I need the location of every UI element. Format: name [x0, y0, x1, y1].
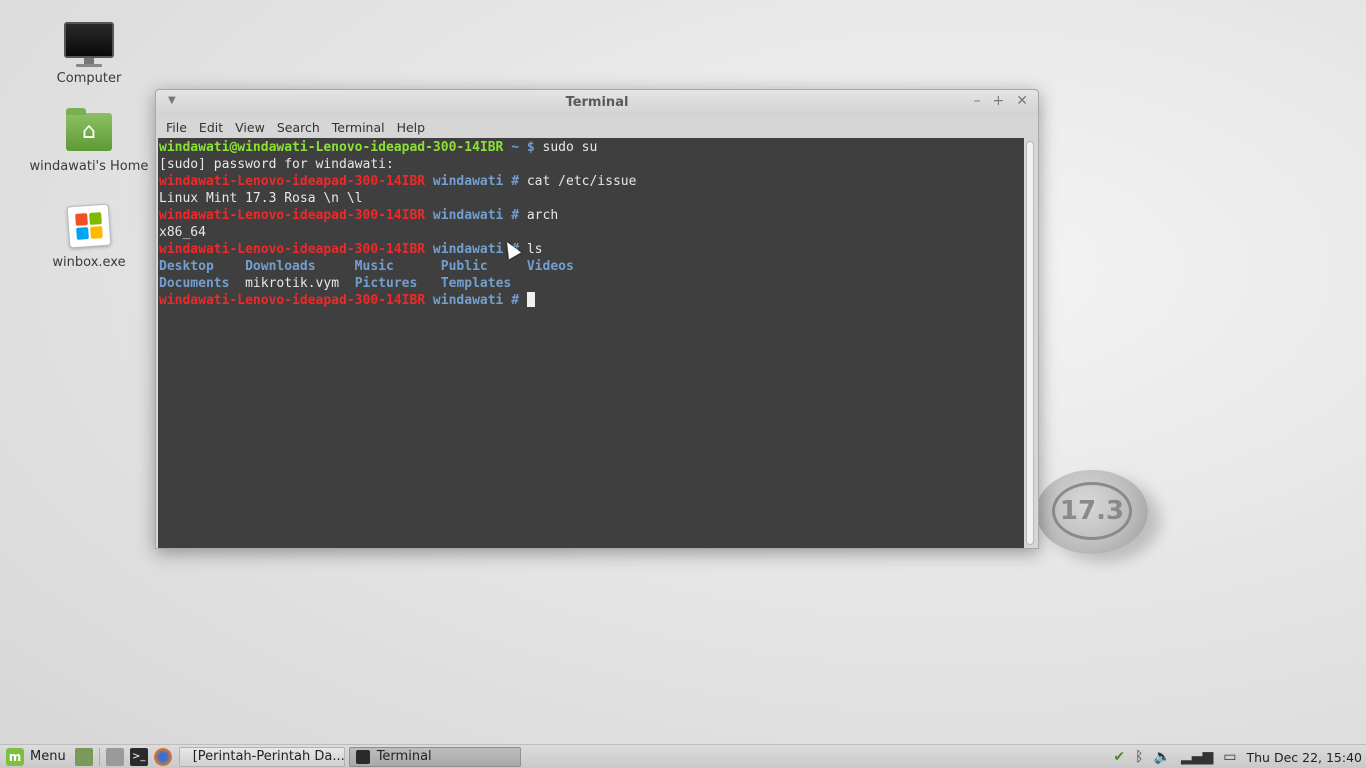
clock[interactable]: Thu Dec 22, 15:40	[1247, 750, 1363, 765]
desktop-icon-home[interactable]: ⌂ windawati's Home	[29, 108, 149, 174]
terminal-text-segment: windawati-Lenovo-ideapad-300-14IBR	[159, 208, 426, 223]
maximize-icon[interactable]: +	[993, 93, 1005, 109]
terminal-text-segment: Desktop Downloads Music Public Videos	[159, 259, 574, 274]
desktop-icon-label: winbox.exe	[52, 255, 126, 270]
menu-view[interactable]: View	[229, 120, 271, 135]
terminal-text-segment: ~ $	[503, 140, 543, 155]
window-titlebar[interactable]: ▼ Terminal – + ✕	[156, 90, 1038, 116]
terminal-scrollbar[interactable]	[1024, 138, 1036, 548]
terminal-text-segment: [sudo] password for windawati:	[159, 157, 394, 172]
show-desktop-icon[interactable]	[74, 747, 93, 766]
terminal-text-segment: windawati #	[425, 174, 527, 189]
terminal-icon	[355, 749, 370, 764]
terminal-window: ▼ Terminal – + ✕ File Edit View Search T…	[155, 89, 1039, 549]
window-title: Terminal	[565, 95, 629, 110]
terminal-line: Desktop Downloads Music Public Videos	[159, 258, 1024, 275]
terminal-text-segment: ls	[526, 242, 543, 257]
terminal-text-segment: windawati-Lenovo-ideapad-300-14IBR	[159, 293, 426, 308]
desktop-icon-computer[interactable]: Computer	[29, 22, 149, 86]
firefox-launcher-icon[interactable]	[153, 747, 172, 766]
terminal-text-segment: x86_64	[159, 225, 206, 240]
terminal-text-segment: sudo su	[542, 140, 598, 155]
battery-icon[interactable]: ▭	[1223, 749, 1236, 765]
desktop-icon-label: Computer	[56, 71, 122, 86]
terminal-text-segment: Linux Mint 17.3 Rosa \n \l	[159, 191, 363, 206]
close-icon[interactable]: ✕	[1016, 93, 1028, 109]
bluetooth-icon[interactable]: ᛒ	[1135, 749, 1143, 765]
terminal-line: x86_64	[159, 224, 1024, 241]
taskbar: m Menu >_ [Perintah-Perintah Da... Termi…	[0, 744, 1366, 768]
terminal-line: Linux Mint 17.3 Rosa \n \l	[159, 190, 1024, 207]
terminal-line: Documents mikrotik.vym Pictures Template…	[159, 275, 1024, 292]
network-icon[interactable]: ▂▄▆	[1181, 749, 1213, 765]
menu-file[interactable]: File	[160, 120, 193, 135]
terminal-line: windawati-Lenovo-ideapad-300-14IBR winda…	[159, 241, 1024, 258]
terminal-output[interactable]: windawati@windawati-Lenovo-ideapad-300-1…	[158, 138, 1024, 548]
desktop-icon-label: windawati's Home	[29, 159, 149, 174]
terminal-line: [sudo] password for windawati:	[159, 156, 1024, 173]
mint-logo-icon: m	[6, 747, 24, 766]
system-tray: ✔ ᛒ 🔈 ▂▄▆ ▭ Thu Dec 22, 15:40	[1113, 745, 1362, 768]
exe-file-icon	[66, 203, 112, 249]
menu-help[interactable]: Help	[391, 120, 432, 135]
wallpaper-mint-badge: 17.3	[1036, 470, 1148, 554]
text-cursor	[526, 292, 535, 307]
menu-terminal[interactable]: Terminal	[326, 120, 391, 135]
scrollbar-thumb[interactable]	[1026, 141, 1034, 545]
computer-icon	[64, 22, 114, 64]
task-label: Terminal	[376, 749, 432, 764]
menu-edit[interactable]: Edit	[193, 120, 229, 135]
menu-search[interactable]: Search	[271, 120, 326, 135]
terminal-text-segment: windawati #	[425, 208, 527, 223]
start-menu-button[interactable]: m Menu	[0, 745, 72, 768]
terminal-text-segment: windawati #	[425, 293, 527, 308]
volume-icon[interactable]: 🔈	[1154, 749, 1171, 765]
terminal-menubar: File Edit View Search Terminal Help	[156, 116, 1038, 138]
terminal-text-segment: windawati-Lenovo-ideapad-300-14IBR	[159, 242, 426, 257]
terminal-text-segment: Documents	[159, 276, 230, 291]
task-terminal[interactable]: Terminal	[348, 746, 521, 767]
home-folder-icon: ⌂	[66, 108, 112, 151]
wallpaper-version-text: 17.3	[1052, 482, 1132, 540]
update-manager-icon[interactable]: ✔	[1113, 749, 1125, 765]
desktop-icon-winbox[interactable]: winbox.exe	[29, 203, 149, 270]
terminal-text-segment: Templates	[440, 276, 512, 291]
terminal-text-segment: windawati-Lenovo-ideapad-300-14IBR	[159, 174, 426, 189]
terminal-launcher-icon[interactable]: >_	[129, 747, 148, 766]
minimize-icon[interactable]: –	[974, 93, 981, 109]
terminal-line: windawati-Lenovo-ideapad-300-14IBR winda…	[159, 207, 1024, 224]
task-browser[interactable]: [Perintah-Perintah Da...	[178, 746, 345, 767]
terminal-line: windawati-Lenovo-ideapad-300-14IBR winda…	[159, 173, 1024, 190]
terminal-line: windawati-Lenovo-ideapad-300-14IBR winda…	[159, 292, 1024, 309]
terminal-text-segment: windawati@windawati-Lenovo-ideapad-300-1…	[159, 140, 504, 155]
terminal-text-segment: mikrotik.vym	[229, 276, 355, 291]
terminal-text-segment: Pictures	[354, 276, 418, 291]
menu-label: Menu	[30, 749, 66, 764]
task-label: [Perintah-Perintah Da...	[192, 749, 345, 764]
terminal-text-segment: arch	[526, 208, 559, 223]
terminal-line: windawati@windawati-Lenovo-ideapad-300-1…	[159, 139, 1024, 156]
file-manager-launcher-icon[interactable]	[105, 747, 124, 766]
terminal-text-segment: cat /etc/issue	[526, 174, 637, 189]
